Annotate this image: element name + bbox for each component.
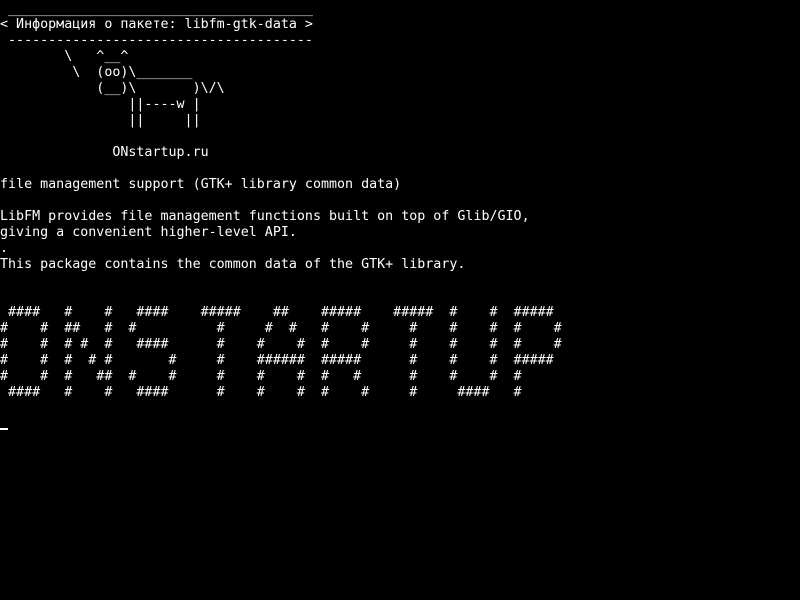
package-summary: file management support (GTK+ library co… <box>0 177 402 192</box>
cowsay-credit: ONstartup.ru <box>0 145 209 160</box>
cowsay-title: < Информация о пакете: libfm-gtk-data > <box>0 17 313 32</box>
package-description-line-1: LibFM provides file management functions… <box>0 209 530 224</box>
package-description-line-2: giving a convenient higher-level API. <box>0 225 297 240</box>
ascii-banner: #### # # #### ##### ## ##### ##### # # #… <box>0 305 562 400</box>
cowsay-border-top: ______________________________________ <box>0 2 313 17</box>
terminal-screen[interactable]: ______________________________________ <… <box>0 0 800 600</box>
package-description-line-3: This package contains the common data of… <box>0 257 466 272</box>
cowsay-cow-art: \ ^__^ \ (oo)\_______ (__)\ )\/\ ||----w… <box>64 49 225 128</box>
cowsay-border-bottom: -------------------------------------- <box>0 33 313 48</box>
package-description-separator: . <box>0 241 9 256</box>
cursor-block-icon <box>0 428 8 430</box>
